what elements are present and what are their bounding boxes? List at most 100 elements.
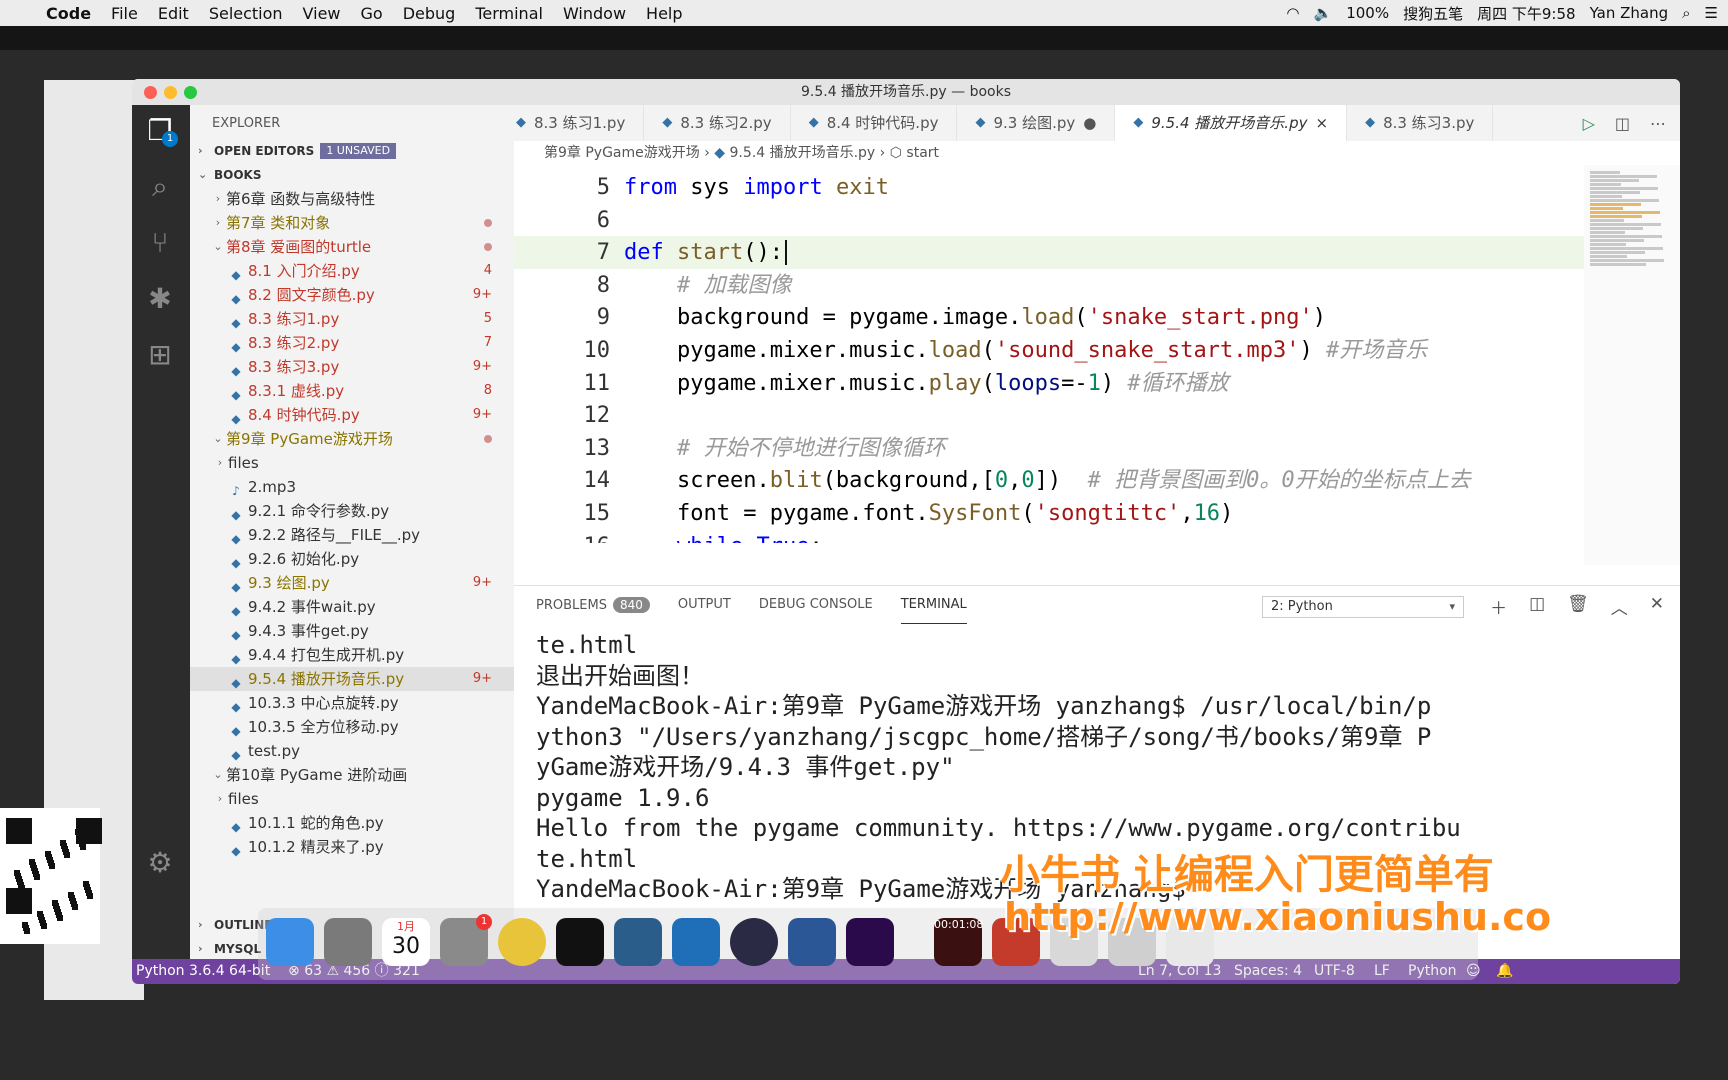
code-editor[interactable]: 5 from sys import exit 6 7 def start(): 8 # 加… (514, 165, 1584, 543)
code-line[interactable]: 16 while True: (514, 530, 1584, 543)
code-line[interactable]: 11 pygame.mixer.music.play(loops=-1) #循环… (514, 367, 1584, 400)
tree-item[interactable]: › 第7章 类和对象 (190, 211, 514, 235)
tree-item[interactable]: ◆ 9.3 绘图.py 9+ (190, 571, 514, 595)
bell-icon[interactable]: 🔔 (1496, 959, 1513, 984)
split-terminal-icon[interactable]: ◫ (1529, 594, 1545, 619)
mysql-section[interactable]: › MYSQL (190, 937, 261, 959)
calendar-icon[interactable]: 1月 30 (382, 918, 430, 966)
tree-item[interactable]: ◆ 8.4 时钟代码.py 9+ (190, 403, 514, 427)
tree-item[interactable]: ◆ 9.5.4 播放开场音乐.py 9+ (190, 667, 514, 691)
tree-item[interactable]: ◆ 9.4.4 打包生成开机.py (190, 643, 514, 667)
menu-edit[interactable]: Edit (148, 4, 199, 23)
menu-selection[interactable]: Selection (199, 4, 293, 23)
gear-icon[interactable]: ⚙ (142, 845, 178, 881)
tree-item[interactable]: ◆ 8.3 练习3.py 9+ (190, 355, 514, 379)
tree-item[interactable]: ◆ 9.2.1 命令行参数.py (190, 499, 514, 523)
screen-recorder-icon[interactable]: 00:01:08 (934, 918, 983, 966)
code-line[interactable]: 5 from sys import exit (514, 171, 1584, 204)
code-line[interactable]: 9 background = pygame.image.load('snake_… (514, 301, 1584, 334)
close-tab-icon[interactable]: × (1315, 105, 1328, 141)
files-icon[interactable]: ❐ 1 (142, 113, 178, 149)
menu-go[interactable]: Go (351, 4, 393, 23)
run-icon[interactable]: ▷ (1583, 114, 1595, 133)
code-line[interactable]: 14 screen.blit(background,[0,0]) # 把背景图画… (514, 464, 1584, 497)
zoom-window-button[interactable] (184, 86, 197, 99)
interpreter[interactable]: Python 3.6.4 64-bit (136, 959, 270, 984)
close-window-button[interactable] (144, 86, 157, 99)
chrome-icon[interactable] (498, 918, 546, 966)
tree-item[interactable]: ◆ 8.1 入门介绍.py 4 (190, 259, 514, 283)
tree-item[interactable]: ⌄ 第9章 PyGame游戏开场 (190, 427, 514, 451)
editor-tab[interactable]: ◆ 9.3 绘图.py ● (957, 105, 1116, 141)
terminal-select[interactable]: 2: Python ▾ (1262, 596, 1464, 618)
code-line[interactable]: 15 font = pygame.font.SysFont('songtittc… (514, 497, 1584, 530)
editor-tab[interactable]: ◆ 8.4 时钟代码.py (791, 105, 958, 141)
code-line[interactable]: 7 def start(): (514, 236, 1584, 270)
chevron-up-icon[interactable]: ︿ (1611, 594, 1628, 619)
tree-item[interactable]: › files (190, 787, 514, 811)
add-terminal-icon[interactable]: ＋ (1490, 594, 1507, 619)
chat-app-icon[interactable] (730, 918, 778, 966)
tree-item[interactable]: ◆ 8.3 练习2.py 7 (190, 331, 514, 355)
tree-item[interactable]: ◆ 9.2.6 初始化.py (190, 547, 514, 571)
menu-help[interactable]: Help (636, 4, 692, 23)
tree-item[interactable]: ◆ 9.2.2 路径与__FILE__.py (190, 523, 514, 547)
menu-list-icon[interactable]: ☰ (1705, 4, 1718, 22)
tree-item[interactable]: ◆ 8.2 圆文字颜色.py 9+ (190, 283, 514, 307)
tree-item[interactable]: ◆ 10.3.5 全方位移动.py (190, 715, 514, 739)
user-text[interactable]: Yan Zhang (1590, 4, 1669, 22)
minimize-window-button[interactable] (164, 86, 177, 99)
search-icon[interactable]: ⌕ (1682, 4, 1690, 22)
battery-text[interactable]: 100% (1346, 4, 1389, 22)
minimap[interactable] (1584, 165, 1680, 565)
launchpad-icon[interactable] (324, 918, 372, 966)
tree-item[interactable]: ♪ 2.mp3 (190, 475, 514, 499)
mysql-workbench-icon[interactable] (614, 918, 662, 966)
code-line[interactable]: 13 # 开始不停地进行图像循环 (514, 432, 1584, 465)
tree-item[interactable]: ◆ 8.3 练习1.py 5 (190, 307, 514, 331)
tree-item[interactable]: ◆ 8.3.1 虚线.py 8 (190, 379, 514, 403)
menu-debug[interactable]: Debug (393, 4, 466, 23)
tab-output[interactable]: OUTPUT (678, 586, 731, 624)
tree-item[interactable]: ◆ 10.1.2 精灵来了.py (190, 835, 514, 859)
code-line[interactable]: 10 pygame.mixer.music.load('sound_snake_… (514, 334, 1584, 367)
debug-icon[interactable]: ✱ (142, 281, 178, 317)
tree-item[interactable]: ◆ test.py (190, 739, 514, 763)
tree-item[interactable]: › files (190, 451, 514, 475)
menu-view[interactable]: View (293, 4, 351, 23)
tree-item[interactable]: ◆ 10.1.1 蛇的角色.py (190, 811, 514, 835)
editor-tab[interactable]: ◆ 8.3 练习1.py (514, 105, 645, 141)
source-control-icon[interactable]: ⑂ (142, 225, 178, 261)
wifi-icon[interactable]: ◠ (1286, 4, 1299, 22)
tree-item[interactable]: ⌄ 第8章 爱画图的turtle (190, 235, 514, 259)
terminal-app-icon[interactable] (556, 918, 604, 966)
menu-file[interactable]: File (101, 4, 148, 23)
system-preferences-icon[interactable]: 1 (440, 914, 492, 966)
tree-item[interactable]: ⌄ 第10章 PyGame 进阶动画 (190, 763, 514, 787)
split-editor-icon[interactable]: ◫ (1615, 114, 1630, 133)
search-icon[interactable]: ⌕ (142, 169, 178, 205)
tree-item[interactable]: ◆ 9.4.3 事件get.py (190, 619, 514, 643)
clock-text[interactable]: 周四 下午9:58 (1477, 3, 1575, 24)
volume-icon[interactable]: 🔈 (1314, 4, 1333, 22)
tab-problems[interactable]: PROBLEMS 840 (536, 586, 650, 624)
premiere-icon[interactable] (846, 918, 894, 966)
close-icon[interactable]: ✕ (1650, 594, 1664, 619)
editor-tab[interactable]: ◆ 8.3 练习2.py (644, 105, 791, 141)
open-editors-section[interactable]: › OPEN EDITORS 1 UNSAVED (190, 139, 514, 163)
code-line[interactable]: 8 # 加载图像 (514, 269, 1584, 302)
tab-debug-console[interactable]: DEBUG CONSOLE (759, 586, 873, 624)
editor-tab[interactable]: ◆ 9.5.4 播放开场音乐.py × (1115, 105, 1348, 141)
more-icon[interactable]: ⋯ (1650, 114, 1666, 133)
editor-tab[interactable]: ◆ 8.3 练习3.py (1347, 105, 1494, 141)
tree-item[interactable]: ◆ 9.4.2 事件wait.py (190, 595, 514, 619)
trash-icon[interactable]: 🗑 (1567, 594, 1589, 619)
menu-app[interactable]: Code (36, 4, 101, 23)
word-icon[interactable] (788, 918, 836, 966)
breadcrumb-folder[interactable]: 第9章 PyGame游戏开场 (544, 145, 700, 161)
extensions-icon[interactable]: ⊞ (142, 337, 178, 373)
books-section[interactable]: ⌄ BOOKS (190, 163, 514, 187)
breadcrumb-symbol[interactable]: start (906, 145, 939, 161)
code-line[interactable]: 6 (514, 204, 1584, 237)
tree-item[interactable]: ◆ 10.3.3 中心点旋转.py (190, 691, 514, 715)
